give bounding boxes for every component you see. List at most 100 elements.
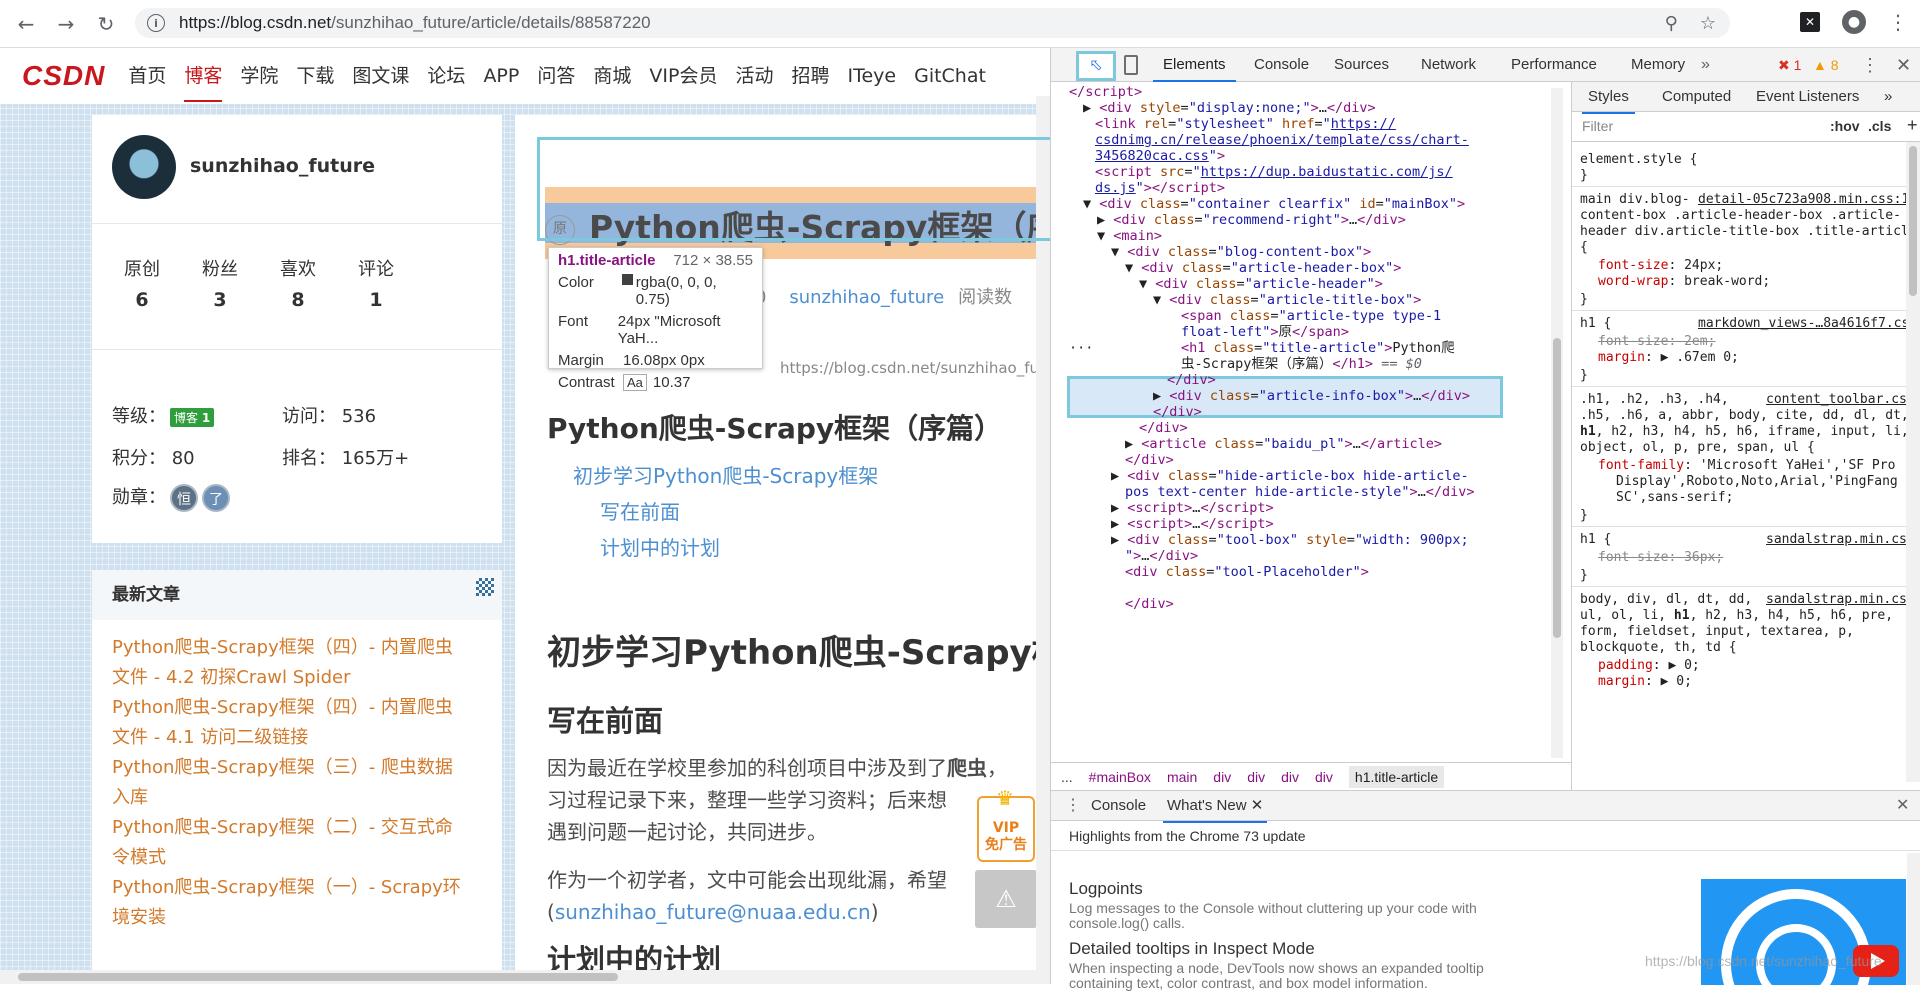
username[interactable]: sunzhihao_future <box>190 155 375 177</box>
bookmark-star-icon[interactable]: ☆ <box>1700 13 1716 34</box>
reload-icon[interactable]: ↻ <box>92 10 120 38</box>
dom-tree-scrollbar[interactable] <box>1551 88 1563 758</box>
dom-line[interactable]: <div class="tool-Placeholder"> <box>1125 564 1369 580</box>
dom-tree[interactable]: </script> ▶ <div style="display:none;">…… <box>1069 82 1554 762</box>
close-icon[interactable]: ✕ <box>1896 48 1911 82</box>
drawer-tab-console[interactable]: Console <box>1091 791 1146 821</box>
style-source-link[interactable]: detail-05c723a908.min.css:1 <box>1698 192 1909 207</box>
breadcrumb-item[interactable]: div <box>1281 769 1299 785</box>
dom-line[interactable]: ▼ <div class="article-header"> <box>1139 276 1383 292</box>
nav-item[interactable]: 首页 <box>119 48 175 104</box>
nav-item[interactable]: 商城 <box>584 48 640 104</box>
add-rule-icon[interactable]: + <box>1907 115 1918 136</box>
drawer-tab-whats-new[interactable]: What's New ✕ <box>1163 791 1268 823</box>
recent-article-link[interactable]: Python爬虫-Scrapy框架（四）- 内置爬虫 文件 - 4.2 初探Cra… <box>112 633 492 693</box>
tab-styles[interactable]: Styles <box>1582 82 1635 114</box>
breadcrumb-item[interactable]: div <box>1213 769 1231 785</box>
dom-line[interactable]: <span class="article-type type-1 <box>1181 308 1441 324</box>
style-declaration[interactable]: margin: ▶ .67em 0; <box>1598 350 1739 365</box>
style-declaration[interactable]: font-size: 36px; <box>1598 550 1723 565</box>
error-count[interactable]: ✖ 1 <box>1778 48 1801 82</box>
recent-article-link[interactable]: Python爬虫-Scrapy框架（三）- 爬虫数据 入库 <box>112 753 492 813</box>
whats-new-item-title[interactable]: Detailed tooltips in Inspect Mode <box>1069 939 1315 959</box>
dom-line[interactable]: ▶ <script>…</script> <box>1111 500 1274 516</box>
meta-author[interactable]: sunzhihao_future <box>789 287 944 308</box>
back-icon[interactable]: ← <box>12 10 40 38</box>
nav-item[interactable]: ITeye <box>838 48 905 104</box>
style-source-link[interactable]: markdown_views-…8a4616f7.css:1 <box>1698 316 1920 331</box>
dom-line[interactable]: 3456820cac.css"> <box>1095 148 1225 164</box>
devtools-menu-icon[interactable]: ⋮ <box>1861 48 1879 82</box>
dom-line[interactable]: ▼ <div class="blog-content-box"> <box>1111 244 1371 260</box>
style-source-link[interactable]: sandalstrap.min.css:4 <box>1766 592 1920 607</box>
dom-line[interactable]: </div> <box>1139 420 1188 436</box>
zoom-icon[interactable]: ⚲ <box>1665 13 1678 34</box>
drawer-scrollbar[interactable] <box>1907 853 1920 985</box>
toc-item[interactable]: 初步学习Python爬虫-Scrapy框架 <box>573 460 878 489</box>
dom-line[interactable]: </div> <box>1167 372 1216 388</box>
warning-count[interactable]: ▲ 8 <box>1813 48 1839 82</box>
dom-line[interactable]: <script src="https://dup.baidustatic.com… <box>1095 164 1453 180</box>
recent-article-link[interactable]: Python爬虫-Scrapy框架（一）- Scrapy环 境安装 <box>112 873 492 933</box>
style-declaration[interactable]: font-family: 'Microsoft YaHei','SF Pro <box>1598 458 1895 473</box>
tab-sources[interactable]: Sources <box>1334 48 1389 82</box>
csdn-logo[interactable]: CSDN <box>22 60 105 92</box>
dom-line[interactable]: ds.js"></script> <box>1095 180 1225 196</box>
nav-item[interactable]: 下载 <box>287 48 343 104</box>
styles-filter-input[interactable]: Filter <box>1582 118 1613 134</box>
dom-line-ellipsis[interactable]: ··· <box>1069 340 1093 356</box>
nav-item[interactable]: 活动 <box>726 48 782 104</box>
whats-new-item-title[interactable]: Logpoints <box>1069 879 1143 899</box>
avatar[interactable] <box>112 135 176 199</box>
dom-line[interactable]: </script> <box>1069 84 1142 100</box>
tab-computed[interactable]: Computed <box>1662 82 1731 112</box>
breadcrumb-item[interactable]: main <box>1167 769 1197 785</box>
email-link[interactable]: sunzhihao_future@nuaa.edu.cn <box>555 900 871 924</box>
url-text[interactable]: https://blog.csdn.net/sunzhihao_future/a… <box>179 13 651 33</box>
dom-line[interactable]: ▶ <article class="baidu_pl">…</article> <box>1125 436 1442 452</box>
breadcrumb-item[interactable]: div <box>1247 769 1265 785</box>
dom-line[interactable]: ">…</div> <box>1125 548 1198 564</box>
cls-toggle[interactable]: .cls <box>1868 118 1891 134</box>
more-tabs-icon[interactable]: » <box>1701 48 1710 82</box>
close-tab-icon[interactable]: ✕ <box>1251 797 1264 814</box>
style-declaration[interactable]: word-wrap: break-word; <box>1598 274 1770 289</box>
dom-line[interactable]: </div> <box>1125 596 1174 612</box>
dom-line[interactable]: ▼ <main> <box>1097 228 1162 244</box>
more-tabs-icon[interactable]: » <box>1884 82 1892 112</box>
dom-line[interactable]: ▼ <div class="container clearfix" id="ma… <box>1083 196 1465 212</box>
dom-line[interactable]: float-left">原</span> <box>1181 324 1349 340</box>
recent-article-link[interactable]: Python爬虫-Scrapy框架（四）- 内置爬虫 文件 - 4.1 访问二级链… <box>112 693 492 753</box>
dom-line[interactable]: <link rel="stylesheet" href="https:// <box>1095 116 1396 132</box>
nav-item[interactable]: APP <box>474 48 528 104</box>
style-declaration[interactable]: padding: ▶ 0; <box>1598 658 1700 673</box>
toc-item[interactable]: 写在前面 <box>600 496 680 525</box>
shield-icon[interactable]: ⚠ <box>975 870 1037 928</box>
dom-line[interactable]: </div> <box>1153 404 1202 420</box>
dom-line[interactable]: ▶ <div class="hide-article-box hide-arti… <box>1111 468 1469 484</box>
tab-performance[interactable]: Performance <box>1511 48 1597 82</box>
breadcrumb-item[interactable]: div <box>1315 769 1333 785</box>
style-declaration[interactable]: margin: ▶ 0; <box>1598 674 1692 689</box>
style-source-link[interactable]: sandalstrap.min.css:4 <box>1766 532 1920 547</box>
dom-line[interactable]: ▶ <div class="recommend-right">…</div> <box>1097 212 1406 228</box>
tab-network[interactable]: Network <box>1421 48 1476 82</box>
dom-line[interactable]: ▶ <script>…</script> <box>1111 516 1274 532</box>
tab-console[interactable]: Console <box>1254 48 1309 82</box>
breadcrumb-item[interactable]: h1.title-article <box>1348 765 1445 788</box>
whats-new-video-thumbnail[interactable] <box>1701 879 1906 985</box>
scroll-thumb[interactable] <box>1553 338 1561 638</box>
forward-icon[interactable]: → <box>52 10 80 38</box>
dom-line-selected[interactable]: 虫-Scrapy框架（序篇）</h1> == $0 <box>1181 356 1422 372</box>
inspect-element-icon[interactable]: ⬁ <box>1076 51 1116 81</box>
vip-ad-button[interactable]: ♛ VIP 免广告 <box>977 788 1035 862</box>
address-bar[interactable]: i https://blog.csdn.net/sunzhihao_future… <box>135 8 1730 38</box>
nav-item[interactable]: GitChat <box>905 48 995 104</box>
dom-line[interactable]: ▼ <div class="article-header-box"> <box>1125 260 1401 276</box>
dom-line[interactable]: </div> <box>1125 452 1174 468</box>
style-declaration[interactable]: font-size: 24px; <box>1598 258 1723 273</box>
nav-item[interactable]: 图文课 <box>343 48 418 104</box>
nav-item[interactable]: 问答 <box>528 48 584 104</box>
page-horizontal-scrollbar[interactable] <box>0 970 1050 984</box>
breadcrumb-item[interactable]: ... <box>1061 769 1073 785</box>
